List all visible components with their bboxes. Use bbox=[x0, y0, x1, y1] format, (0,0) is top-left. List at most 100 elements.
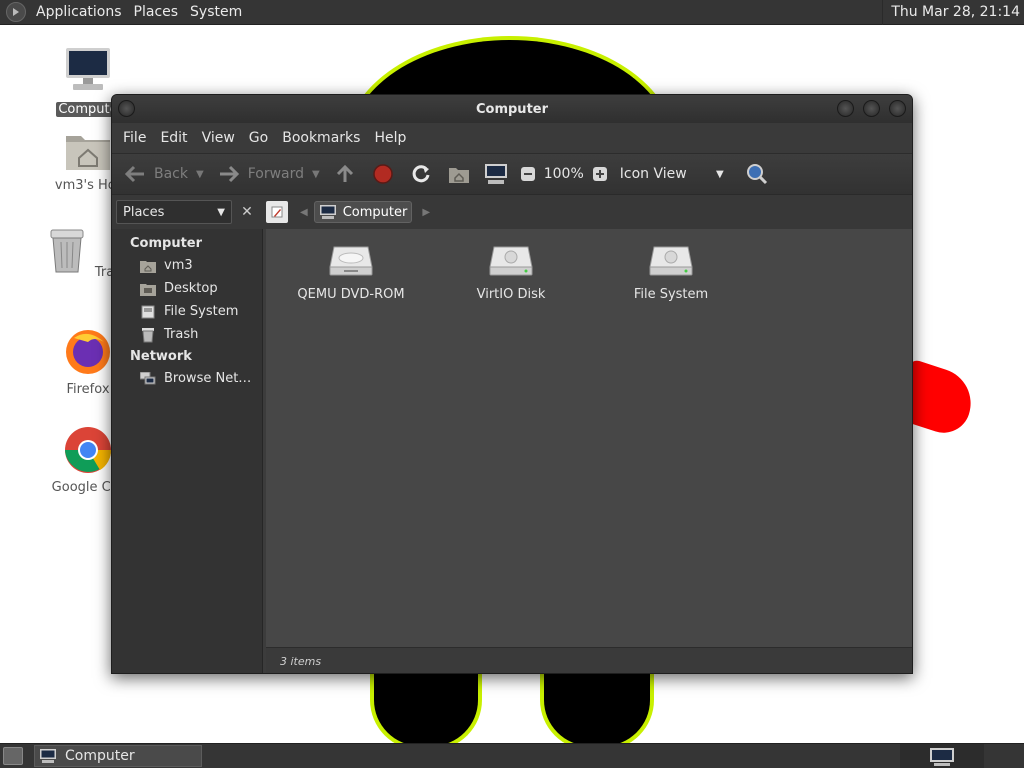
search-button[interactable] bbox=[742, 159, 772, 189]
taskbar-item-computer[interactable]: Computer bbox=[34, 745, 202, 767]
computer-icon bbox=[484, 164, 507, 184]
clock[interactable]: Thu Mar 28, 21:14 bbox=[882, 0, 1020, 25]
up-arrow-icon bbox=[336, 164, 353, 182]
breadcrumb-computer[interactable]: Computer bbox=[313, 201, 413, 223]
menu-help[interactable]: Help bbox=[367, 130, 413, 146]
system-menu[interactable]: System bbox=[184, 0, 248, 25]
show-desktop-button[interactable] bbox=[3, 747, 23, 765]
sidebar-item-desktop[interactable]: Desktop bbox=[112, 277, 262, 300]
sidebar-type-select[interactable]: Places ▼ bbox=[116, 200, 232, 224]
sidebar-type-label: Places bbox=[123, 204, 165, 220]
window-content: Computer vm3 Desktop File System Trash N… bbox=[112, 229, 912, 673]
file-item-qemu-dvd-rom[interactable]: QEMU DVD-ROM bbox=[276, 245, 426, 302]
minimize-button[interactable] bbox=[837, 100, 854, 117]
zoom-in-button[interactable] bbox=[588, 159, 612, 189]
close-button[interactable] bbox=[889, 100, 906, 117]
zoom-level: 100% bbox=[543, 166, 584, 182]
sidebar-item-browse-network[interactable]: Browse Net… bbox=[112, 367, 262, 390]
hard-disk-icon bbox=[489, 246, 533, 276]
forward-arrow-icon bbox=[219, 165, 239, 183]
close-icon: ✕ bbox=[241, 204, 253, 220]
view-mode-select[interactable]: Icon View ▼ bbox=[616, 159, 728, 189]
optical-drive-icon bbox=[329, 246, 373, 276]
sidebar-section-network: Network bbox=[130, 349, 192, 364]
back-label: Back bbox=[154, 166, 188, 182]
trash-icon bbox=[50, 229, 84, 273]
bottom-panel: Computer bbox=[0, 743, 1024, 768]
file-item-virtio-disk[interactable]: VirtIO Disk bbox=[436, 245, 586, 302]
computer-icon bbox=[40, 749, 56, 763]
location-bar: Places ▼ ✕ ◀ Computer ▶ bbox=[112, 195, 912, 229]
chevron-down-icon: ▼ bbox=[716, 168, 724, 180]
crumb-right-arrow[interactable]: ▶ bbox=[422, 207, 430, 218]
sidebar-section-computer: Computer bbox=[130, 236, 203, 251]
view-mode-label: Icon View bbox=[619, 166, 687, 182]
file-manager-window: Computer File Edit View Go Bookmarks Hel… bbox=[111, 94, 913, 674]
file-item-label: VirtIO Disk bbox=[476, 287, 546, 302]
hard-disk-icon bbox=[649, 246, 693, 276]
firefox-icon bbox=[66, 330, 110, 374]
menubar: File Edit View Go Bookmarks Help bbox=[112, 123, 912, 153]
breadcrumb-label: Computer bbox=[342, 204, 408, 220]
home-button[interactable] bbox=[444, 159, 474, 189]
menu-file[interactable]: File bbox=[116, 130, 153, 146]
home-folder-icon bbox=[66, 136, 110, 170]
crumb-left-arrow[interactable]: ◀ bbox=[300, 207, 308, 218]
places-sidebar: Computer vm3 Desktop File System Trash N… bbox=[112, 229, 263, 673]
sidebar-item-trash[interactable]: Trash bbox=[112, 323, 262, 346]
menu-edit[interactable]: Edit bbox=[153, 130, 194, 146]
edit-location-button[interactable] bbox=[266, 201, 288, 223]
file-item-label: QEMU DVD-ROM bbox=[297, 287, 405, 302]
search-icon bbox=[746, 164, 767, 185]
desktop-folder-icon bbox=[140, 283, 156, 296]
up-button[interactable] bbox=[330, 159, 360, 189]
reload-button[interactable] bbox=[406, 159, 436, 189]
sidebar-item-file-system[interactable]: File System bbox=[112, 300, 262, 323]
zoom-out-button[interactable] bbox=[516, 159, 540, 189]
trash-icon bbox=[142, 327, 154, 342]
close-sidebar-button[interactable]: ✕ bbox=[236, 201, 258, 223]
window-titlebar[interactable]: Computer bbox=[112, 95, 912, 123]
drive-icon bbox=[141, 305, 155, 318]
icon-view[interactable]: QEMU DVD-ROM VirtIO Disk File System bbox=[266, 229, 912, 647]
taskbar-item-label: Computer bbox=[65, 748, 135, 764]
computer-icon bbox=[930, 747, 954, 766]
zoom-out-icon bbox=[520, 167, 535, 181]
forward-label: Forward bbox=[247, 166, 305, 182]
top-panel-menus: Applications Places System bbox=[30, 0, 248, 25]
window-menu-button[interactable] bbox=[118, 100, 135, 117]
menu-bookmarks[interactable]: Bookmarks bbox=[275, 130, 367, 146]
desktop-icon-label: Firefox bbox=[66, 382, 110, 397]
stop-icon bbox=[372, 164, 393, 184]
stop-button[interactable] bbox=[368, 159, 398, 189]
menu-go[interactable]: Go bbox=[242, 130, 275, 146]
home-folder-icon bbox=[140, 260, 156, 273]
chevron-down-icon: ▼ bbox=[217, 206, 225, 218]
toolbar: Back ▼ Forward ▼ 100% Icon View ▼ bbox=[112, 153, 912, 195]
workspace-switcher[interactable] bbox=[900, 744, 984, 768]
sidebar-item-vm3[interactable]: vm3 bbox=[112, 254, 262, 277]
file-item-file-system[interactable]: File System bbox=[596, 245, 746, 302]
network-icon bbox=[140, 371, 156, 384]
computer-icon bbox=[319, 205, 336, 219]
pencil-icon bbox=[271, 206, 283, 218]
reload-icon bbox=[412, 165, 430, 183]
menu-view[interactable]: View bbox=[195, 130, 242, 146]
back-button[interactable]: Back bbox=[120, 159, 192, 189]
back-history-dropdown[interactable]: ▼ bbox=[196, 169, 204, 180]
chrome-icon bbox=[65, 427, 112, 473]
status-bar: 3 items bbox=[266, 647, 912, 673]
forward-history-dropdown[interactable]: ▼ bbox=[312, 169, 320, 180]
applications-menu[interactable]: Applications bbox=[30, 0, 128, 25]
home-folder-icon bbox=[448, 168, 469, 183]
computer-icon bbox=[66, 48, 110, 90]
places-menu[interactable]: Places bbox=[128, 0, 185, 25]
computer-button[interactable] bbox=[480, 159, 512, 189]
maximize-button[interactable] bbox=[863, 100, 880, 117]
window-title: Computer bbox=[475, 101, 549, 117]
file-item-label: File System bbox=[633, 287, 709, 302]
gnome-menu-icon[interactable] bbox=[6, 2, 26, 22]
zoom-in-icon bbox=[592, 167, 607, 181]
forward-button[interactable]: Forward bbox=[214, 159, 308, 189]
back-arrow-icon bbox=[124, 165, 144, 183]
